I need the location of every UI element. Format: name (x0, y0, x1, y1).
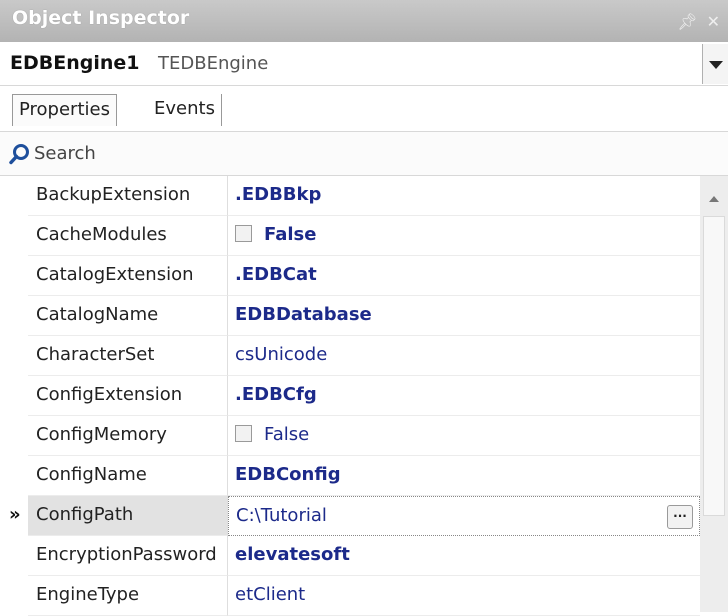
property-name: ConfigMemory (28, 416, 228, 456)
property-row[interactable]: CharacterSet csUnicode (0, 336, 700, 376)
property-name: EngineType (28, 576, 228, 616)
tab-events[interactable]: Events (148, 94, 222, 126)
property-row[interactable]: CatalogName EDBDatabase (0, 296, 700, 336)
window-title: Object Inspector (12, 7, 190, 29)
property-value[interactable]: EDBDatabase (228, 296, 700, 336)
object-name: EDBEngine1 (10, 52, 140, 74)
property-row[interactable]: BackupExtension .EDBBkp (0, 176, 700, 216)
object-selector[interactable]: EDBEngine1 TEDBEngine (0, 42, 728, 86)
property-value[interactable]: csUnicode (228, 336, 700, 376)
ellipsis-button[interactable]: ... (667, 505, 693, 529)
chevron-down-icon (709, 61, 723, 69)
checkbox[interactable] (235, 225, 252, 242)
tab-bar: Properties Events (0, 86, 728, 132)
tab-properties[interactable]: Properties (12, 94, 117, 126)
property-row[interactable]: CacheModules False (0, 216, 700, 256)
property-row[interactable]: EncryptionPassword elevatesoft (0, 536, 700, 576)
search-placeholder: Search (34, 143, 96, 164)
property-name: ConfigExtension (28, 376, 228, 416)
property-name: EncryptionPassword (28, 536, 228, 576)
property-value[interactable]: etClient (228, 576, 700, 616)
checkbox[interactable] (235, 425, 252, 442)
vertical-scrollbar[interactable] (700, 176, 728, 612)
property-name: ConfigName (28, 456, 228, 496)
property-row[interactable]: ConfigMemory False (0, 416, 700, 456)
property-grid: BackupExtension .EDBBkp CacheModules Fal… (0, 176, 700, 616)
object-type: TEDBEngine (158, 53, 269, 74)
property-value[interactable]: False (228, 416, 700, 456)
property-value[interactable]: .EDBCfg (228, 376, 700, 416)
scrollbar-thumb[interactable] (703, 216, 725, 516)
search-icon (9, 144, 29, 165)
property-name: CatalogExtension (28, 256, 228, 296)
property-row[interactable]: ConfigName EDBConfig (0, 456, 700, 496)
property-row[interactable]: ConfigExtension .EDBCfg (0, 376, 700, 416)
scroll-up-arrow-icon[interactable] (709, 196, 719, 202)
property-name: CacheModules (28, 216, 228, 256)
property-value[interactable]: elevatesoft (228, 536, 700, 576)
title-bar: Object Inspector 📌︎ ✕ (0, 0, 728, 42)
property-value-input[interactable]: C:\Tutorial ... (228, 496, 700, 536)
close-icon[interactable]: ✕ (707, 12, 722, 31)
property-name: CharacterSet (28, 336, 228, 376)
property-value[interactable]: EDBConfig (228, 456, 700, 496)
property-name: ConfigPath (28, 496, 228, 536)
selected-row-marker: » (9, 504, 21, 525)
property-row[interactable]: CatalogExtension .EDBCat (0, 256, 700, 296)
pin-icon[interactable]: 📌︎ (677, 12, 699, 31)
property-value[interactable]: False (228, 216, 700, 256)
property-value[interactable]: .EDBCat (228, 256, 700, 296)
object-selector-dropdown-button[interactable] (702, 44, 728, 84)
property-value[interactable]: .EDBBkp (228, 176, 700, 216)
property-name: BackupExtension (28, 176, 228, 216)
property-row-selected[interactable]: » ConfigPath C:\Tutorial ... (0, 496, 700, 536)
property-row[interactable]: EngineType etClient (0, 576, 700, 616)
property-name: CatalogName (28, 296, 228, 336)
search-box[interactable]: Search (0, 132, 728, 176)
